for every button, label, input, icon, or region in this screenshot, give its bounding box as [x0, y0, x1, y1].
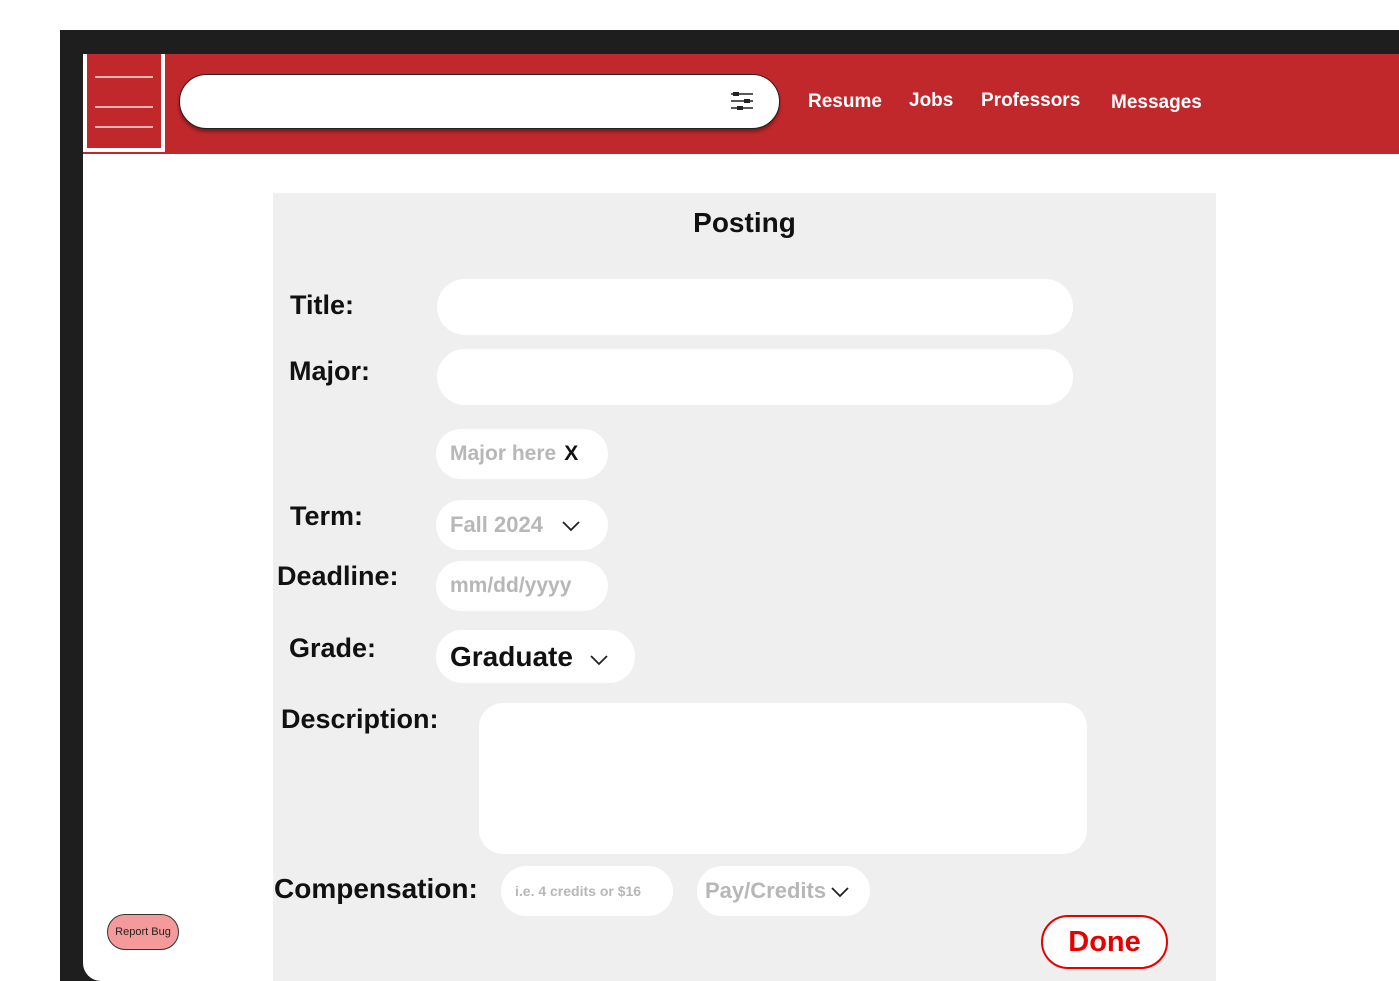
grade-value: Graduate	[450, 640, 573, 672]
grade-select[interactable]: Graduate	[436, 630, 635, 683]
compensation-type-value: Pay/Credits	[705, 878, 827, 903]
top-navigation-bar: Resume Jobs Professors Messages	[83, 54, 1399, 154]
nav-link-messages[interactable]: Messages	[1111, 92, 1202, 114]
compensation-label: Compensation:	[274, 873, 478, 904]
deadline-input[interactable]: mm/dd/yyyy	[436, 561, 608, 611]
deadline-placeholder: mm/dd/yyyy	[450, 574, 572, 597]
search-bar[interactable]	[179, 74, 780, 129]
nav-link-jobs[interactable]: Jobs	[909, 90, 953, 112]
hamburger-icon-line	[95, 106, 153, 108]
term-label: Term:	[290, 501, 364, 531]
compensation-placeholder: i.e. 4 credits or $16	[515, 883, 642, 899]
done-button[interactable]: Done	[1041, 915, 1168, 969]
compensation-input[interactable]: i.e. 4 credits or $16	[501, 866, 673, 916]
description-label: Description:	[281, 704, 439, 734]
remove-major-tag-button[interactable]: X	[564, 442, 578, 466]
chevron-down-icon	[561, 512, 581, 538]
hamburger-icon	[95, 76, 153, 78]
description-textarea[interactable]	[479, 703, 1087, 854]
report-bug-button[interactable]: Report Bug	[107, 914, 179, 950]
major-label: Major:	[289, 356, 370, 386]
chevron-down-icon	[830, 878, 850, 904]
nav-link-professors[interactable]: Professors	[981, 90, 1080, 112]
sliders-icon[interactable]	[731, 92, 753, 110]
chevron-down-icon	[589, 641, 609, 673]
deadline-label: Deadline:	[277, 561, 399, 591]
page-title: Posting	[693, 207, 796, 238]
posting-form-panel: Posting Title: Major: Major here X Term:…	[273, 193, 1216, 981]
nav-link-resume[interactable]: Resume	[808, 91, 882, 113]
hamburger-menu-button[interactable]	[83, 54, 165, 152]
major-tag-label: Major here	[450, 442, 557, 465]
title-label: Title:	[290, 290, 355, 320]
term-select[interactable]: Fall 2024	[436, 500, 608, 550]
compensation-type-select[interactable]: Pay/Credits	[697, 866, 870, 916]
title-field[interactable]	[437, 279, 1073, 335]
term-value: Fall 2024	[450, 512, 543, 537]
grade-label: Grade:	[289, 633, 377, 663]
major-tag: Major here X	[436, 429, 608, 479]
app-screen: Resume Jobs Professors Messages Posting …	[83, 54, 1399, 981]
major-field[interactable]	[437, 349, 1073, 405]
hamburger-icon-line	[95, 126, 153, 128]
